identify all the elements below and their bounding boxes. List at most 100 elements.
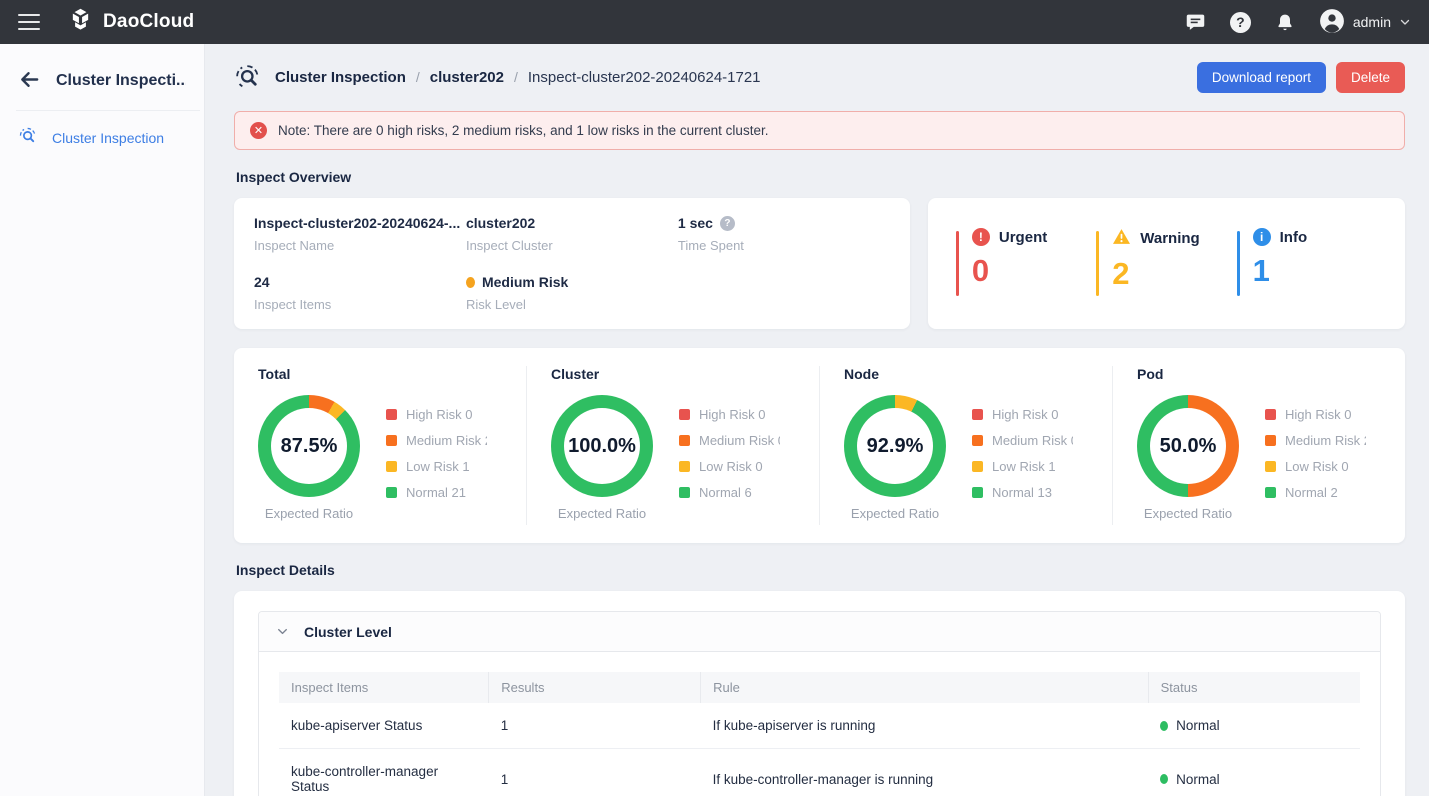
chart-pod: Pod 50.0% Expected Ratio High Risk 0 Med…: [1112, 366, 1405, 525]
cluster-level-panel-header[interactable]: Cluster Level: [259, 612, 1380, 652]
donut-sublabel: Expected Ratio: [551, 506, 653, 521]
table-row: kube-controller-manager Status 1 If kube…: [279, 749, 1360, 796]
inspection-page-icon: [234, 63, 263, 92]
chart-legend: High Risk 0 Medium Risk 0 Low Risk 0 Nor…: [679, 407, 780, 500]
details-section-title: Inspect Details: [236, 562, 1405, 578]
legend-swatch: [972, 461, 983, 472]
field-label: Inspect Name: [254, 238, 466, 253]
cluster-level-panel: Cluster Level Inspect Items Results Rule…: [258, 611, 1381, 796]
messages-icon[interactable]: [1185, 11, 1207, 33]
chart-title: Pod: [1137, 366, 1383, 382]
field-time-spent: 1 sec ? Time Spent: [678, 215, 890, 253]
field-risk-level: Medium Risk Risk Level: [466, 274, 678, 312]
field-label: Risk Level: [466, 297, 678, 312]
severity-bar: [1096, 231, 1099, 296]
legend-swatch: [679, 435, 690, 446]
field-value: cluster202: [466, 215, 678, 231]
legend-label: High Risk 0: [992, 407, 1058, 422]
help-icon[interactable]: ?: [1230, 12, 1251, 33]
legend-swatch: [386, 409, 397, 420]
field-label: Inspect Cluster: [466, 238, 678, 253]
details-card: Cluster Level Inspect Items Results Rule…: [234, 591, 1405, 796]
legend-label: Low Risk 0: [699, 459, 763, 474]
back-arrow-icon[interactable]: [18, 68, 41, 94]
chart-cluster: Cluster 100.0% Expected Ratio High Risk …: [526, 366, 819, 525]
field-label: Inspect Items: [254, 297, 466, 312]
legend-swatch: [972, 435, 983, 446]
field-inspect-items: 24 Inspect Items: [254, 274, 466, 312]
sidebar: Cluster Inspecti... Cluster Inspection: [0, 44, 205, 796]
legend-label: Medium Risk 0: [699, 433, 780, 448]
sidebar-title: Cluster Inspecti...: [56, 72, 186, 90]
breadcrumb: Cluster Inspection / cluster202 / Inspec…: [234, 56, 1405, 98]
severity-value: 2: [1112, 257, 1236, 291]
status-badge: Normal: [1160, 772, 1348, 787]
donut-percentage: 50.0%: [1160, 435, 1217, 458]
overview-section-title: Inspect Overview: [236, 169, 1405, 185]
status-dot: [1160, 721, 1168, 731]
legend-label: Normal 21: [406, 485, 466, 500]
field-value: 24: [254, 274, 466, 290]
legend-swatch: [679, 409, 690, 420]
donut-chart-cluster: 100.0%: [551, 395, 653, 497]
chart-title: Node: [844, 366, 1090, 382]
severity-bar: [956, 231, 959, 296]
donut-chart-node: 92.9%: [844, 395, 946, 497]
column-header-status: Status: [1148, 672, 1360, 703]
inspect-items-table: Inspect Items Results Rule Status kube-a…: [279, 672, 1360, 796]
notifications-bell-icon[interactable]: [1274, 11, 1296, 33]
donut-percentage: 92.9%: [867, 435, 924, 458]
overview-card: Inspect-cluster202-20240624-... Inspect …: [234, 198, 910, 329]
field-label: Time Spent: [678, 238, 890, 253]
chart-node: Node 92.9% Expected Ratio High Risk 0 Me…: [819, 366, 1112, 525]
severity-label: Info: [1280, 229, 1308, 246]
time-spent-help-icon[interactable]: ?: [720, 216, 735, 231]
breadcrumb-item-1[interactable]: Cluster Inspection: [275, 69, 406, 86]
severity-label: Warning: [1140, 230, 1199, 247]
legend-label: Medium Risk 2: [1285, 433, 1366, 448]
legend-label: Low Risk 0: [1285, 459, 1349, 474]
legend-label: Medium Risk 2: [406, 433, 487, 448]
info-circle-icon: i: [1253, 228, 1271, 246]
legend-swatch: [1265, 435, 1276, 446]
field-value: Medium Risk: [482, 274, 568, 290]
sidebar-item-cluster-inspection[interactable]: Cluster Inspection: [0, 111, 204, 165]
chart-legend: High Risk 0 Medium Risk 2 Low Risk 0 Nor…: [1265, 407, 1366, 500]
severity-urgent: ! Urgent 0: [956, 228, 1096, 299]
severity-warning: Warning 2: [1096, 228, 1236, 299]
legend-label: High Risk 0: [699, 407, 765, 422]
legend-swatch: [1265, 409, 1276, 420]
breadcrumb-item-current: Inspect-cluster202-20240624-1721: [528, 69, 761, 86]
user-menu[interactable]: admin: [1319, 8, 1411, 37]
legend-swatch: [972, 487, 983, 498]
error-circle-icon: ✕: [250, 122, 267, 139]
chart-title: Cluster: [551, 366, 797, 382]
status-dot: [1160, 774, 1168, 784]
menu-icon[interactable]: [18, 14, 40, 30]
breadcrumb-item-2[interactable]: cluster202: [430, 69, 504, 86]
legend-swatch: [1265, 487, 1276, 498]
delete-button[interactable]: Delete: [1336, 62, 1405, 93]
severity-label: Urgent: [999, 229, 1047, 246]
chart-legend: High Risk 0 Medium Risk 2 Low Risk 1 Nor…: [386, 407, 487, 500]
avatar: [1319, 8, 1345, 37]
inspection-icon: [18, 126, 39, 150]
chevron-down-icon: [1399, 16, 1411, 28]
severity-value: 0: [972, 254, 1096, 288]
legend-swatch: [386, 435, 397, 446]
cell-rule: If kube-controller-manager is running: [701, 749, 1149, 796]
brand[interactable]: DaoCloud: [67, 7, 194, 37]
status-badge: Normal: [1160, 718, 1348, 733]
legend-label: Low Risk 1: [992, 459, 1056, 474]
donut-sublabel: Expected Ratio: [258, 506, 360, 521]
column-header-rule: Rule: [701, 672, 1149, 703]
chart-legend: High Risk 0 Medium Risk 0 Low Risk 1 Nor…: [972, 407, 1073, 500]
legend-swatch: [386, 487, 397, 498]
cell-results: 1: [489, 749, 701, 796]
field-inspect-name: Inspect-cluster202-20240624-... Inspect …: [254, 215, 466, 253]
severity-bar: [1237, 231, 1240, 296]
download-report-button[interactable]: Download report: [1197, 62, 1326, 93]
legend-swatch: [1265, 461, 1276, 472]
legend-label: Normal 13: [992, 485, 1052, 500]
donut-sublabel: Expected Ratio: [844, 506, 946, 521]
